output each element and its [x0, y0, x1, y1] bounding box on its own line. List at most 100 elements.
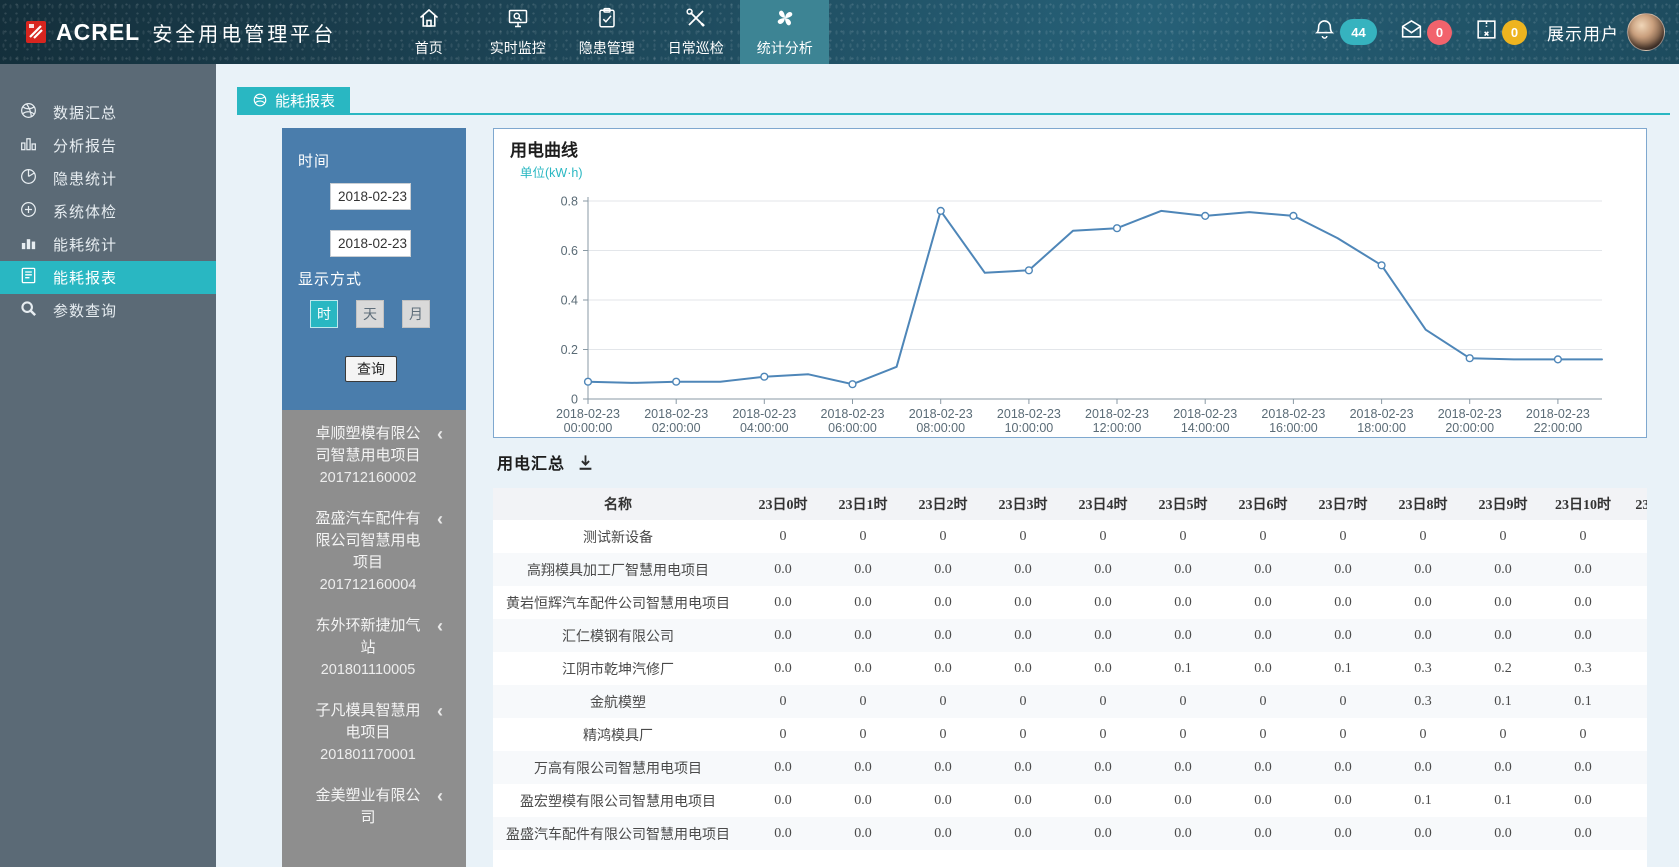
value-cell: 0.0: [1014, 660, 1032, 676]
value-cell: 0.0: [1494, 825, 1512, 841]
summary-header: 用电汇总: [497, 450, 595, 474]
svg-text:02:00:00: 02:00:00: [652, 421, 701, 435]
nav-item-pinwheel[interactable]: 统计分析: [740, 0, 830, 64]
value-cell: 0.0: [854, 792, 872, 808]
bars-solid-icon: [19, 233, 38, 256]
project-item[interactable]: 东外环新捷加气站 201801110005 ‹: [282, 615, 466, 681]
value-cell: 0: [1019, 726, 1027, 742]
project-item[interactable]: 子凡模具智慧用电项目 201801170001 ‹: [282, 700, 466, 766]
svg-text:16:00:00: 16:00:00: [1269, 421, 1318, 435]
report-icon: [19, 266, 38, 289]
value-cell: 0.2: [1494, 660, 1512, 676]
mode-button-1[interactable]: 时: [310, 300, 338, 328]
collapse-chevron-icon[interactable]: ‹: [437, 424, 443, 444]
value-cell: 0: [939, 726, 947, 742]
value-cell: 0.0: [1254, 759, 1272, 775]
column-header-hour: 23日3时: [998, 498, 1048, 513]
value-cell: 0.3: [1414, 660, 1432, 676]
nav-item-home[interactable]: 首页: [384, 0, 473, 64]
nav-item-label: 实时监控: [489, 40, 546, 56]
table-row: 盈盛汽车配件有限公司智慧用电项目 0.0 0.0 0.0 0.0 0.0 0.0 0.0 0.0…: [493, 817, 1647, 850]
date-from-input[interactable]: [330, 183, 411, 210]
table-row: 盈宏塑模有限公司智慧用电项目 0.0 0.0 0.0 0.0 0.0 0.0 0.0 0.0 0.…: [493, 784, 1647, 817]
table-row: 江阴市乾坤汽修厂 0.0 0.0 0.0 0.0 0.0 0.1 0.0 0.1 0.3 0.2 0.…: [493, 652, 1647, 685]
value-cell: 0.0: [1094, 660, 1112, 676]
date-to-input[interactable]: [330, 230, 411, 257]
mode-button-2[interactable]: 天: [356, 300, 384, 328]
svg-text:22:00:00: 22:00:00: [1534, 421, 1583, 435]
value-cell: 0.0: [854, 627, 872, 643]
sidebar-item-label: 能耗报表: [53, 270, 118, 287]
value-cell: 0: [1019, 528, 1027, 544]
value-cell: 0.0: [774, 627, 792, 643]
sidebar-item-label: 数据汇总: [53, 105, 118, 122]
svg-text:2018-02-23: 2018-02-23: [909, 407, 973, 421]
nav-item-clipboard[interactable]: 隐患管理: [562, 0, 651, 64]
collapse-chevron-icon[interactable]: ‹: [437, 786, 443, 806]
project-item[interactable]: 金美塑业有限公司 ‹: [282, 785, 466, 829]
svg-text:08:00:00: 08:00:00: [916, 421, 965, 435]
value-cell: 0: [1259, 693, 1267, 709]
display-mode-label: 显示方式: [298, 271, 363, 288]
user-menu[interactable]: 展示用户: [1547, 20, 1619, 45]
project-item[interactable]: 盈盛汽车配件有限公司智慧用电项目 201712160004 ‹: [282, 508, 466, 596]
time-label: 时间: [298, 153, 331, 170]
collapse-chevron-icon[interactable]: ‹: [437, 701, 443, 721]
project-list: 卓顺塑模有限公司智慧用电项目 201712160002 ‹ 盈盛汽车配件有限公司智慧用…: [282, 410, 466, 867]
value-cell: 0: [1179, 726, 1187, 742]
value-cell: 0.0: [1014, 759, 1032, 775]
nav-item-tools[interactable]: 日常巡检: [651, 0, 740, 64]
bell-button[interactable]: 44: [1312, 17, 1377, 47]
sidebar-item-label: 参数查询: [53, 303, 118, 320]
nav-item-label: 首页: [414, 40, 443, 56]
column-header-name: 名称: [604, 496, 632, 512]
query-button[interactable]: 查询: [345, 356, 397, 382]
collapse-chevron-icon[interactable]: ‹: [437, 509, 443, 529]
mode-button-3[interactable]: 月: [402, 300, 430, 328]
summary-table: 名称 23日0时 23日1时 23日2时 23日3时 23日4时 23日5时 23日6时 23日…: [493, 488, 1647, 867]
value-cell: 0.0: [1414, 627, 1432, 643]
breaker-button[interactable]: 0: [1474, 17, 1527, 47]
sidebar-item-label: 分析报告: [53, 138, 118, 155]
dribbble-icon: [253, 93, 267, 107]
tools-icon: [684, 6, 708, 35]
svg-text:2018-02-23: 2018-02-23: [1350, 407, 1414, 421]
svg-text:2018-02-23: 2018-02-23: [1173, 407, 1237, 421]
svg-text:2018-02-23: 2018-02-23: [1261, 407, 1325, 421]
value-cell: 0.0: [1414, 759, 1432, 775]
value-cell: 0.0: [1174, 627, 1192, 643]
mail-button[interactable]: 0: [1399, 17, 1452, 47]
collapse-chevron-icon[interactable]: ‹: [437, 616, 443, 636]
sidebar-item-search[interactable]: 参数查询: [0, 294, 216, 327]
sidebar-item-plus-circle[interactable]: 系统体检: [0, 195, 216, 228]
svg-text:06:00:00: 06:00:00: [828, 421, 877, 435]
value-cell: 0.0: [1574, 792, 1592, 808]
project-name-cell: 精鸿模具厂: [583, 726, 653, 743]
user-avatar[interactable]: [1627, 13, 1665, 51]
project-item[interactable]: 卓顺塑模有限公司智慧用电项目 201712160002 ‹: [282, 423, 466, 489]
table-row: 万高有限公司智慧用电项目 0.0 0.0 0.0 0.0 0.0 0.0 0.0 0.0 0.0 0…: [493, 751, 1647, 784]
svg-text:2018-02-23: 2018-02-23: [997, 407, 1061, 421]
value-cell: 0: [1099, 528, 1107, 544]
project-name: 盈盛汽车配件有限公司智慧用电项目: [315, 510, 421, 571]
value-cell: 0.0: [1094, 561, 1112, 577]
download-icon[interactable]: [576, 453, 595, 472]
value-cell: 0.0: [1574, 594, 1592, 610]
sidebar-item-report[interactable]: 能耗报表: [0, 261, 216, 294]
svg-text:2018-02-23: 2018-02-23: [644, 407, 708, 421]
top-navbar: ACREL 安全用电管理平台 首页 实时监控 隐患管理 日常巡检 统计分析 44 0 0 展…: [0, 0, 1679, 64]
tab-energy-report[interactable]: 能耗报表: [237, 87, 351, 113]
electricity-curve-panel: 0 0.2 0.4 0.6 0.8 2018-02-23 00:00:00 2018-02-2…: [493, 128, 1647, 438]
svg-text:0: 0: [571, 393, 578, 407]
sidebar-item-bars-outline[interactable]: 分析报告: [0, 129, 216, 162]
nav-item-monitor[interactable]: 实时监控: [473, 0, 562, 64]
value-cell: 0.0: [934, 627, 952, 643]
sidebar-item-dribbble[interactable]: 数据汇总: [0, 96, 216, 129]
column-header-hour: 23日7时: [1318, 498, 1368, 513]
sidebar-item-pie[interactable]: 隐患统计: [0, 162, 216, 195]
value-cell: 0.0: [1494, 627, 1512, 643]
table-row: 测试新设备 0 0 0 0 0 0 0 0 0 0 0: [493, 520, 1647, 553]
column-header-hour: 23日11时: [1635, 498, 1647, 513]
value-cell: 0.0: [1414, 594, 1432, 610]
sidebar-item-bars-solid[interactable]: 能耗统计: [0, 228, 216, 261]
